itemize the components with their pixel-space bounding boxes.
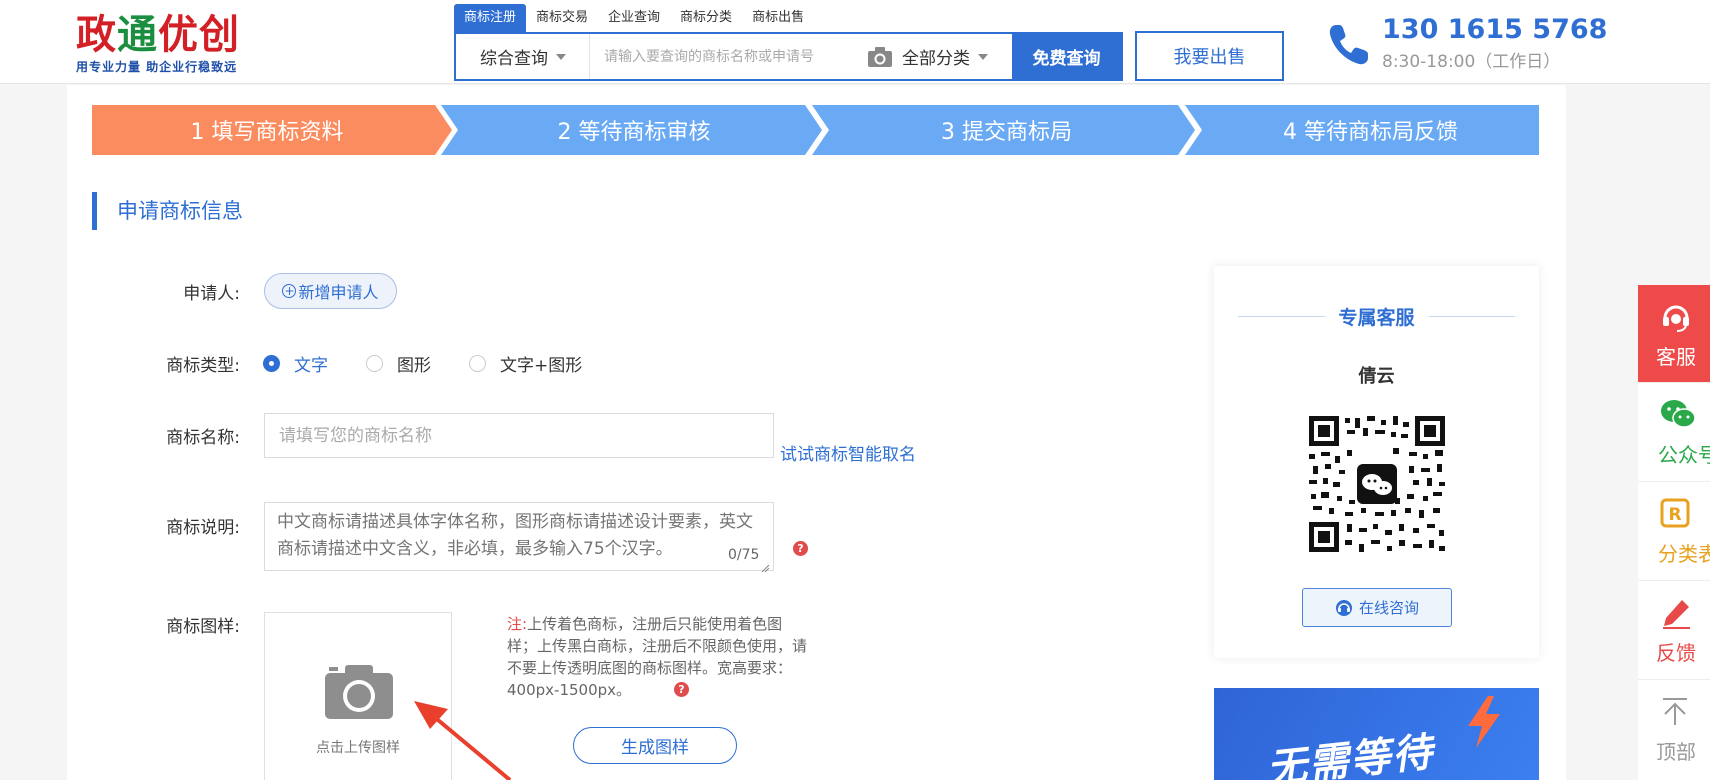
- step-1: 1 填写商标资料: [190, 120, 344, 145]
- wechat-qr-code: [1305, 412, 1449, 560]
- type-radio-graphic[interactable]: 图形: [366, 351, 431, 376]
- promo-banner[interactable]: 无需等待: [1214, 688, 1539, 780]
- sidebar-label: 分类表: [1658, 542, 1710, 566]
- phone-hours: 8:30-18:00（工作日）: [1382, 52, 1561, 72]
- sidebar-label: 反馈: [1656, 641, 1696, 665]
- svg-text:R: R: [1668, 505, 1681, 525]
- divider: [1428, 315, 1516, 317]
- search-category-select[interactable]: 全部分类: [902, 44, 1012, 69]
- chevron-down-icon: [978, 53, 988, 60]
- tab-company-query[interactable]: 企业查询: [598, 4, 670, 32]
- trademark-name-label: 商标名称:: [166, 428, 240, 448]
- applicant-label: 申请人:: [183, 284, 240, 304]
- sidebar-item-customer-service[interactable]: 客服: [1638, 285, 1710, 383]
- pen-icon: [1660, 597, 1692, 633]
- search-tabs: 商标注册 商标交易 企业查询 商标分类 商标出售: [454, 4, 814, 32]
- trademark-name-input[interactable]: [264, 413, 774, 458]
- camera-search-icon[interactable]: [858, 46, 902, 68]
- service-title-row: 专属客服: [1238, 306, 1516, 329]
- type-radio-label: 图形: [397, 356, 431, 376]
- logo-title: 政通优创: [76, 11, 240, 58]
- tab-trademark-register[interactable]: 商标注册: [454, 4, 527, 32]
- type-radio-label: 文字+图形: [500, 356, 583, 376]
- floating-sidebar: 客服 公众号 R 分类表 反馈 顶部: [1638, 285, 1710, 780]
- divider: [1238, 315, 1325, 317]
- trademark-desc-textarea[interactable]: [264, 502, 774, 571]
- add-applicant-button[interactable]: + 新增申请人: [264, 273, 397, 309]
- search-box: 综合查询 全部分类 免费查询: [454, 32, 1123, 81]
- banner-text: 无需等待: [1264, 729, 1437, 780]
- online-consult-button[interactable]: 在线咨询: [1302, 588, 1452, 627]
- search-input[interactable]: [590, 34, 858, 79]
- exclusive-service-card: 专属客服 倩云 在线咨询: [1214, 266, 1539, 658]
- type-radio-text-graphic[interactable]: 文字+图形: [469, 351, 582, 376]
- step-2: 2 等待商标审核: [557, 120, 711, 145]
- radio-dot-icon: [469, 355, 486, 372]
- sidebar-item-feedback[interactable]: 反馈: [1638, 581, 1710, 680]
- sell-button[interactable]: 我要出售: [1135, 31, 1284, 81]
- free-search-button[interactable]: 免费查询: [1012, 34, 1121, 79]
- step-4: 4 等待商标局反馈: [1283, 120, 1458, 145]
- service-agent-name: 倩云: [1358, 366, 1395, 387]
- arrow-up-icon: [1660, 696, 1690, 730]
- radio-dot-icon: [263, 355, 280, 372]
- search-scope-label: 综合查询: [480, 49, 548, 69]
- phone-icon: [1326, 22, 1372, 72]
- upload-note-text: 上传着色商标，注册后只能使用着色图样；上传黑白商标，注册后不限颜色使用，请不要上…: [507, 615, 808, 699]
- phone-number: 130 1615 5768: [1382, 14, 1608, 45]
- chevron-down-icon: [556, 53, 566, 60]
- upload-help-icon[interactable]: ?: [674, 682, 689, 697]
- type-radio-text[interactable]: 文字: [263, 351, 328, 376]
- headset-icon: [1660, 301, 1692, 337]
- online-consult-label: 在线咨询: [1358, 599, 1419, 617]
- step-3: 3 提交商标局: [941, 120, 1072, 145]
- desc-char-counter: 0/75: [728, 547, 760, 563]
- camera-icon: [323, 661, 395, 725]
- annotation-arrow-icon: [410, 695, 520, 780]
- sidebar-label: 公众号: [1658, 443, 1710, 467]
- progress-steps: 1 填写商标资料 2 等待商标审核 3 提交商标局 4 等待商标局反馈: [92, 105, 1539, 155]
- smart-naming-link[interactable]: 试试商标智能取名: [780, 440, 916, 465]
- search-scope-select[interactable]: 综合查询: [456, 34, 590, 79]
- lightning-icon: [1464, 696, 1504, 752]
- resize-grip-icon[interactable]: [760, 558, 770, 577]
- trademark-type-label: 商标类型:: [166, 356, 240, 376]
- type-radio-label: 文字: [294, 356, 328, 376]
- headset-icon: [1335, 599, 1353, 617]
- upload-note-prefix: 注:: [507, 615, 528, 633]
- tab-trademark-sale[interactable]: 商标出售: [742, 4, 814, 32]
- sidebar-item-class-table[interactable]: R 分类表: [1638, 482, 1710, 581]
- plus-circle-icon: +: [282, 284, 297, 298]
- desc-help-icon[interactable]: ?: [793, 541, 808, 556]
- section-title: 申请商标信息: [92, 192, 243, 230]
- logo[interactable]: 政通优创 用专业力量 助企业行稳致远: [76, 12, 240, 75]
- sidebar-label: 客服: [1656, 345, 1696, 369]
- tab-trademark-class[interactable]: 商标分类: [670, 4, 742, 32]
- radio-dot-icon: [366, 355, 383, 372]
- logo-slogan: 用专业力量 助企业行稳致远: [76, 60, 238, 74]
- sidebar-item-official-account[interactable]: 公众号: [1638, 383, 1710, 482]
- upload-note: 注:上传着色商标，注册后只能使用着色图样；上传黑白商标，注册后不限颜色使用，请不…: [507, 613, 807, 701]
- service-title: 专属客服: [1338, 306, 1415, 329]
- sidebar-label: 顶部: [1656, 740, 1696, 764]
- registered-icon: R: [1660, 498, 1690, 532]
- tab-trademark-trade[interactable]: 商标交易: [526, 4, 598, 32]
- header: 政通优创 用专业力量 助企业行稳致远 商标注册 商标交易 企业查询 商标分类 商…: [0, 0, 1710, 84]
- wechat-icon: [1660, 399, 1696, 433]
- trademark-desc-label: 商标说明:: [166, 518, 240, 538]
- generate-image-button[interactable]: 生成图样: [573, 727, 737, 764]
- trademark-image-label: 商标图样:: [166, 617, 240, 637]
- add-applicant-label: 新增申请人: [298, 283, 379, 302]
- sidebar-item-back-to-top[interactable]: 顶部: [1638, 680, 1710, 780]
- search-category-label: 全部分类: [902, 49, 970, 69]
